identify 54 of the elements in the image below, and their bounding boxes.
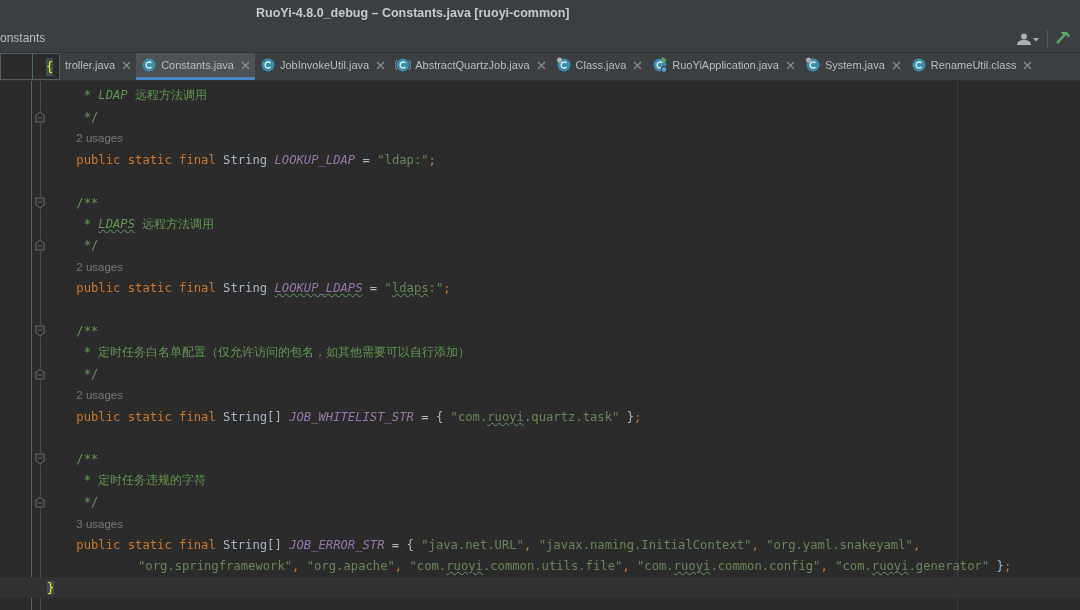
editor-tab[interactable]: JobInvokeUtil.java (254, 53, 391, 80)
code-preview: { (0, 53, 60, 80)
class-icon (910, 57, 927, 73)
close-icon[interactable] (633, 60, 643, 70)
comment-line: /** (76, 195, 99, 210)
close-icon[interactable] (536, 60, 546, 70)
comment-line: */ (82, 110, 99, 125)
editor-tab[interactable]: RuoYiApplication.java (647, 53, 800, 80)
close-icon[interactable] (891, 60, 901, 70)
class-icon (259, 57, 276, 73)
usages-hint[interactable]: 2 usages (76, 389, 124, 402)
class-icon (804, 57, 821, 73)
editor-tab[interactable]: Constants.java (136, 53, 255, 80)
comment-line: * LDAPS 远程方法调用 (82, 216, 215, 231)
usages-hint[interactable]: 3 usages (76, 517, 124, 530)
comment-line: */ (82, 366, 99, 381)
close-icon[interactable] (122, 60, 132, 70)
comment-line: /** (76, 324, 99, 338)
editor-tab[interactable]: AbstractQuartzJob.java (390, 53, 551, 80)
user-icon[interactable] (1015, 33, 1039, 45)
code-line: public static final String LOOKUP_LDAP = "ldap:"; (76, 152, 436, 167)
breadcrumb[interactable]: onstants (0, 31, 46, 47)
close-icon[interactable] (785, 60, 795, 70)
code-line: public static final String[] JOB_WHITELIST_STR = { "com.ruoyi.quartz.task" }; (76, 409, 642, 424)
editor-tab[interactable]: troller.java (60, 53, 137, 80)
class-icon (555, 57, 572, 73)
editor-tab[interactable]: System.java (799, 53, 906, 80)
comment-line: */ (82, 238, 99, 253)
fold-marker-icon[interactable] (35, 111, 45, 124)
comment-line: * LDAP 远程方法调用 (82, 88, 208, 103)
comment-line: */ (82, 495, 99, 510)
fold-marker-icon[interactable] (35, 496, 45, 509)
fold-marker-icon[interactable] (35, 325, 45, 337)
fold-marker-icon[interactable] (35, 453, 45, 466)
class-icon (652, 57, 669, 73)
close-icon[interactable] (1023, 60, 1033, 70)
fold-marker-icon[interactable] (35, 239, 45, 252)
usages-hint[interactable]: 2 usages (76, 260, 124, 273)
editor-tab[interactable]: RenameUtil.class (905, 53, 1038, 80)
code-line: public static final String LOOKUP_LDAPS = "ldaps:"; (76, 281, 451, 296)
comment-line: /** (76, 452, 99, 467)
fold-marker-icon[interactable] (35, 367, 45, 380)
code-line: "org.springframework", "org.apache", "com.ruoyi.common.utils.file", "com.ruoyi.common.config", "com.ruoyi.generator" }; (138, 559, 1012, 574)
window-title: RuoYi-4.8.0_debug – Constants.java [ruoyi-common] (256, 6, 570, 20)
code-line: public static final String[] JOB_ERROR_STR = { "java.net.URL", "javax.naming.InitialContext", "org.yaml.snakeyaml", (76, 537, 921, 552)
class-icon (141, 57, 158, 73)
editor-tab[interactable]: Class.java (550, 53, 648, 80)
usages-hint[interactable]: 2 usages (76, 132, 124, 145)
close-icon[interactable] (240, 60, 250, 70)
comment-line: * 定时任务白名单配置（仅允许访问的包名，如其他需要可以自行添加） (82, 344, 471, 359)
class-icon (395, 57, 412, 73)
fold-marker-icon[interactable] (35, 196, 45, 209)
close-icon[interactable] (376, 60, 386, 70)
comment-line: * 定时任务违规的字符 (82, 473, 207, 488)
